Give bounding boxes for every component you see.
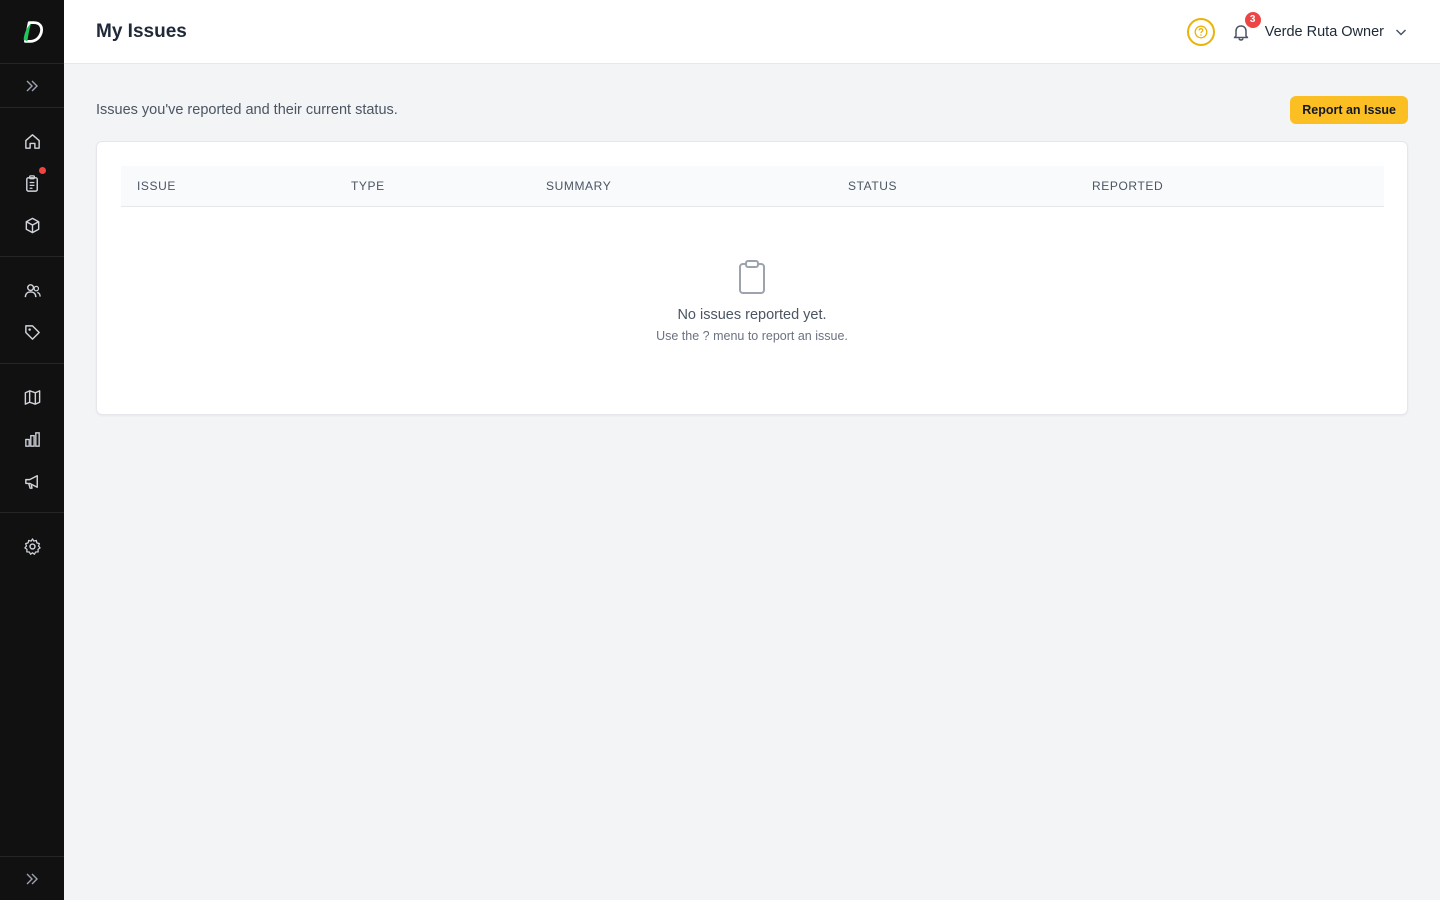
nav-item-home[interactable] [12,120,52,162]
nav-item-customers[interactable] [12,269,52,311]
nav-item-settings[interactable] [12,525,52,567]
nav-item-map[interactable] [12,376,52,418]
notification-count-badge: 3 [1244,11,1261,28]
chevron-down-icon [1395,28,1407,36]
user-name: Verde Ruta Owner [1264,23,1384,40]
clipboard-icon [739,260,765,294]
header-actions: 3 Verde Ruta Owner [1186,11,1408,46]
question-icon [1194,25,1208,38]
tag-icon [24,324,40,340]
notifications-button[interactable]: 3 [1229,11,1261,44]
nav-item-reports[interactable] [12,418,52,460]
column-header-type[interactable]: TYPE [351,166,385,206]
map-icon [24,389,40,405]
nav-group-main [0,108,64,257]
nav-group-insights [0,364,64,513]
bar-chart-icon [24,431,40,447]
megaphone-icon [24,474,38,489]
nav-group-settings [0,513,64,577]
intro-row: Issues you've reported and their current… [96,96,1408,124]
column-header-issue[interactable]: ISSUE [137,166,176,206]
chevrons-right-icon [26,873,38,884]
nav-item-marketing[interactable] [12,460,52,502]
column-header-status[interactable]: STATUS [848,166,897,206]
app-logo[interactable] [0,0,64,64]
help-button[interactable] [1186,17,1215,46]
expand-sidebar-button[interactable] [0,64,64,108]
nav-group-people [0,257,64,364]
nav-item-orders[interactable] [12,162,52,204]
logo-icon [23,20,43,43]
clipboard-list-icon [25,174,38,192]
users-icon [24,283,41,297]
alert-dot [39,167,46,174]
top-header: My Issues 3 Verde Ruta Owner [64,0,1440,64]
page-description: Issues you've reported and their current… [96,102,398,118]
gear-icon [23,537,41,555]
issues-card: ISSUE TYPE SUMMARY STATUS REPORTED No is… [96,141,1408,415]
column-header-summary[interactable]: SUMMARY [546,166,611,206]
empty-state-title: No issues reported yet. [677,307,827,323]
empty-state-subtitle: Use the ? menu to report an issue. [656,329,848,343]
report-issue-button[interactable]: Report an Issue [1290,96,1408,124]
column-header-reported[interactable]: REPORTED [1092,166,1163,206]
chevrons-right-icon [26,80,38,91]
table-header: ISSUE TYPE SUMMARY STATUS REPORTED [121,166,1384,207]
main-content: Issues you've reported and their current… [96,64,1408,415]
nav-item-tags[interactable] [12,311,52,353]
expand-sidebar-bottom-button[interactable] [0,856,64,900]
nav-item-products[interactable] [12,204,52,246]
page-title: My Issues [96,20,187,42]
empty-state: No issues reported yet. Use the ? menu t… [121,207,1383,343]
box-icon [25,217,39,233]
user-menu[interactable]: Verde Ruta Owner [1265,24,1408,40]
sidebar [0,0,64,900]
home-icon [24,133,40,149]
